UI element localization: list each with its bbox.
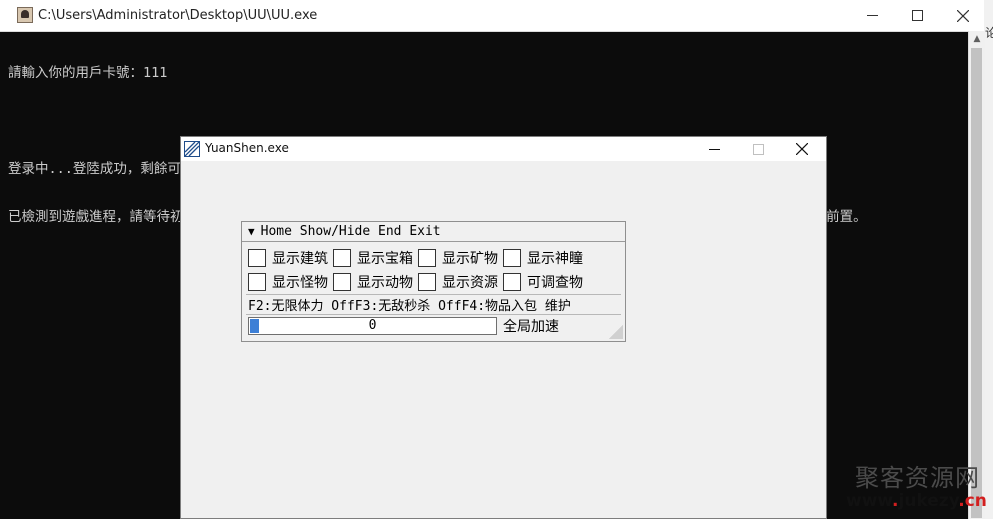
dialog-title: YuanShen.exe bbox=[205, 141, 289, 155]
checkbox-row: 显示怪物 显示动物 显示资源 可调查物 bbox=[248, 271, 588, 293]
yuanshen-window: YuanShen.exe ▼ Home Show/Hide End Exit 显… bbox=[180, 136, 827, 519]
watermark-cn-text: 聚客资源网 bbox=[855, 464, 980, 492]
divider bbox=[246, 314, 621, 315]
background-text-fragment: 论 bbox=[985, 26, 993, 40]
show-oculi-checkbox[interactable]: 显示神瞳 bbox=[503, 248, 588, 268]
dialog-titlebar[interactable]: YuanShen.exe bbox=[181, 137, 826, 161]
checkbox[interactable] bbox=[248, 273, 266, 291]
checkbox[interactable] bbox=[418, 273, 436, 291]
dialog-app-icon bbox=[184, 141, 200, 157]
show-ores-checkbox[interactable]: 显示矿物 bbox=[418, 248, 503, 268]
console-title: C:\Users\Administrator\Desktop\UU\UU.exe bbox=[38, 8, 318, 23]
show-resources-checkbox[interactable]: 显示资源 bbox=[418, 272, 503, 292]
scroll-thumb[interactable] bbox=[971, 48, 982, 518]
global-speed-row: 0 全局加速 bbox=[248, 316, 559, 336]
checkbox[interactable] bbox=[418, 249, 436, 267]
global-speed-label: 全局加速 bbox=[503, 319, 559, 335]
background-window-edge: 论 bbox=[984, 0, 993, 519]
dialog-minimize-button[interactable] bbox=[692, 137, 736, 161]
close-icon bbox=[796, 143, 808, 155]
menu-header-text: Home Show/Hide End Exit bbox=[260, 224, 441, 239]
dialog-close-button[interactable] bbox=[780, 137, 824, 161]
resize-grip-icon[interactable] bbox=[609, 325, 623, 339]
console-line: 請輸入你的用戶卡號：111 bbox=[8, 65, 168, 81]
cheat-menu-panel: ▼ Home Show/Hide End Exit 显示建筑 显示宝箱 显示矿物… bbox=[241, 221, 626, 342]
menu-header[interactable]: ▼ Home Show/Hide End Exit bbox=[242, 222, 625, 242]
triangle-down-icon[interactable]: ▼ bbox=[248, 225, 255, 238]
stripes-icon bbox=[185, 142, 199, 156]
minimize-icon bbox=[708, 148, 720, 150]
dialog-maximize-button bbox=[736, 137, 780, 161]
maximize-icon bbox=[912, 10, 923, 21]
minimize-icon bbox=[867, 15, 878, 16]
show-buildings-checkbox[interactable]: 显示建筑 bbox=[248, 248, 333, 268]
hotkey-status-text: F2:无限体力 OffF3:无敌秒杀 OffF4:物品入包 维护 bbox=[248, 299, 571, 314]
maximize-icon bbox=[752, 143, 764, 155]
console-scrollbar[interactable]: ▲ bbox=[968, 31, 985, 519]
console-app-icon bbox=[17, 7, 33, 23]
watermark: 聚客资源网 www.jukezy.cn bbox=[846, 456, 993, 519]
checkbox[interactable] bbox=[333, 273, 351, 291]
slider-value: 0 bbox=[368, 318, 377, 333]
minimize-button[interactable] bbox=[850, 0, 895, 31]
checkbox[interactable] bbox=[503, 249, 521, 267]
console-titlebar[interactable]: C:\Users\Administrator\Desktop\UU\UU.exe bbox=[0, 0, 984, 32]
global-speed-slider[interactable]: 0 bbox=[248, 317, 497, 335]
console-line: ​ bbox=[8, 113, 963, 129]
maximize-button[interactable] bbox=[895, 0, 940, 31]
checkbox[interactable] bbox=[503, 273, 521, 291]
scroll-up-icon[interactable]: ▲ bbox=[969, 31, 985, 47]
show-monsters-checkbox[interactable]: 显示怪物 bbox=[248, 272, 333, 292]
show-chests-checkbox[interactable]: 显示宝箱 bbox=[333, 248, 418, 268]
close-icon bbox=[956, 9, 969, 22]
checkbox[interactable] bbox=[333, 249, 351, 267]
watermark-url: www.jukezy.cn bbox=[846, 491, 987, 511]
close-button[interactable] bbox=[940, 0, 985, 31]
checkbox-row: 显示建筑 显示宝箱 显示矿物 显示神瞳 bbox=[248, 247, 588, 269]
checkbox[interactable] bbox=[248, 249, 266, 267]
show-animals-checkbox[interactable]: 显示动物 bbox=[333, 272, 418, 292]
investigable-objects-checkbox[interactable]: 可调查物 bbox=[503, 272, 588, 292]
